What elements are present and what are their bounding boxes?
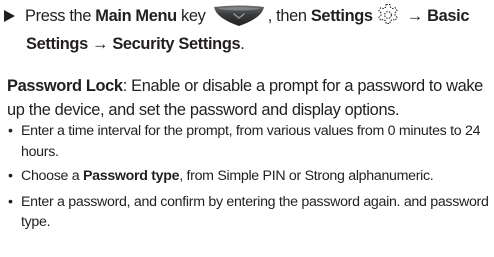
password-type-label: Password type <box>82 168 180 184</box>
text-press: Press the <box>25 7 96 25</box>
list-item: • Enter a time interval for the prompt, f… <box>7 121 491 162</box>
gear-icon <box>377 4 398 24</box>
bullet-dot: • <box>8 168 13 184</box>
bullet-1-text: Enter a time interval for the prompt, fr… <box>21 123 481 160</box>
arrow-2: → <box>87 35 113 53</box>
bullet-2-post: , from Simple PIN or Strong alphanumeric… <box>179 168 434 184</box>
main-menu-key-icon <box>213 5 264 26</box>
bullet-dot: • <box>8 123 13 139</box>
list-item: • Enter a password, and confirm by enter… <box>7 192 491 233</box>
password-lock-title: Password Lock <box>7 77 123 95</box>
bullet-2-pre: Choose a <box>21 168 83 184</box>
bullet-dot: • <box>8 193 13 210</box>
text-then: , then <box>267 7 311 25</box>
step-end: . <box>240 35 245 53</box>
security-settings-label: Security Settings <box>112 35 241 53</box>
instruction-line-2: Settings → Security Settings. <box>4 30 490 58</box>
arrow-1: → <box>402 7 428 25</box>
instruction-line-1: Press the Main Menu key , then Settings <box>4 2 490 30</box>
bullet-3-text: Enter a password, and confirm by enterin… <box>21 193 489 231</box>
password-lock-paragraph: Password Lock: Enable or disable a promp… <box>7 74 491 122</box>
basic-settings-label-rest: Settings <box>26 35 88 53</box>
main-menu-key-label: Main Menu <box>95 7 177 25</box>
bullet-list: • Enter a time interval for the prompt, f… <box>7 121 491 233</box>
manual-page: Press the Main Menu key , then Settings <box>0 0 494 257</box>
text-key: key <box>176 7 210 25</box>
instruction-step: Press the Main Menu key , then Settings <box>4 2 490 58</box>
basic-settings-label-part: Basic <box>427 7 470 25</box>
list-item: • Choose a Password type, from Simple PIN… <box>7 166 491 187</box>
step-arrow-icon <box>4 10 15 22</box>
settings-label: Settings <box>310 7 373 25</box>
